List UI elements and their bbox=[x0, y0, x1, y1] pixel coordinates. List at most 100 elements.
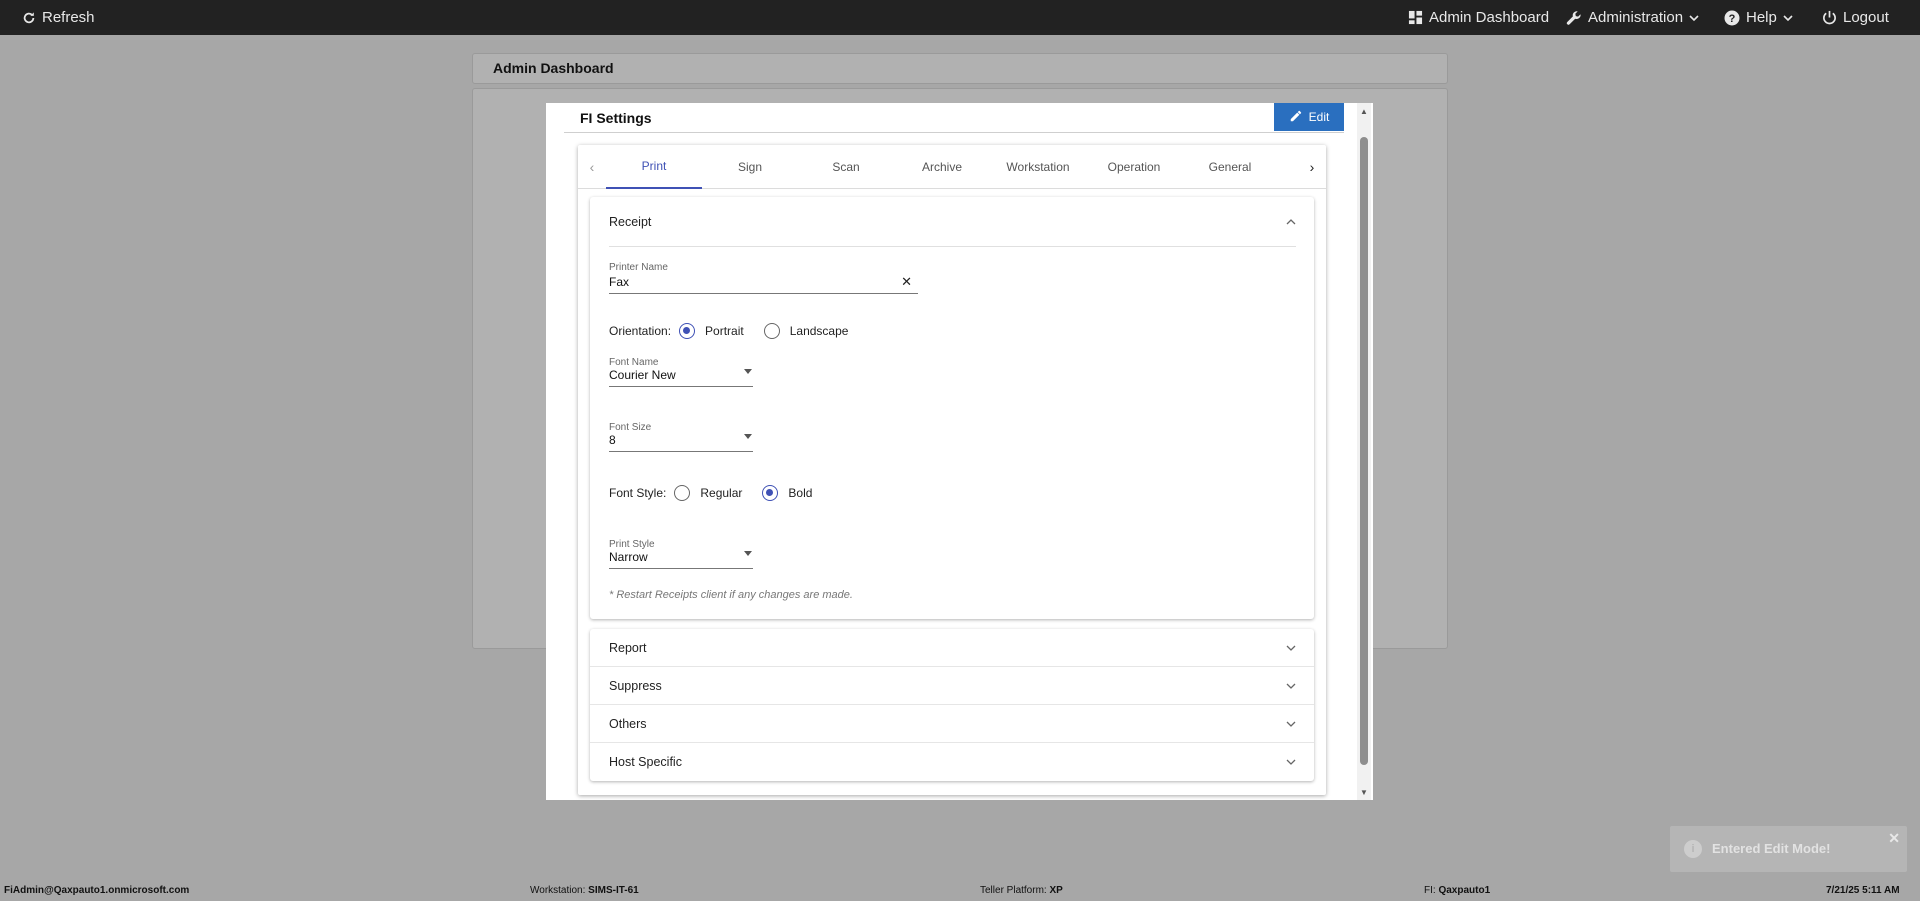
font-size-value: 8 bbox=[609, 433, 616, 447]
section-report-label: Report bbox=[609, 641, 647, 655]
section-host-specific-label: Host Specific bbox=[609, 755, 682, 769]
dashboard-icon bbox=[1408, 10, 1423, 25]
status-bar: FiAdmin@Qaxpauto1.onmicrosoft.com Workst… bbox=[0, 880, 1920, 901]
caret-down-icon bbox=[744, 551, 752, 556]
help-label: Help bbox=[1746, 9, 1777, 26]
pencil-icon bbox=[1289, 109, 1303, 126]
print-style-label: Print Style bbox=[609, 539, 655, 550]
settings-tabs: ‹ Print Sign Scan Archive Workstation Op… bbox=[578, 145, 1326, 189]
scroll-down-arrow-icon[interactable]: ▼ bbox=[1357, 785, 1371, 799]
font-name-label: Font Name bbox=[609, 357, 659, 368]
footer-datetime: 7/21/25 5:11 AM bbox=[1826, 885, 1900, 896]
font-name-select[interactable]: Font Name Courier New bbox=[609, 357, 753, 387]
bold-radio[interactable] bbox=[762, 485, 779, 501]
help-icon: ? bbox=[1724, 10, 1740, 26]
printer-name-label: Printer Name bbox=[609, 262, 668, 273]
font-name-value: Courier New bbox=[609, 368, 676, 382]
help-menu[interactable]: ? Help bbox=[1724, 0, 1793, 35]
footer-workstation: Workstation: SIMS-IT-61 bbox=[530, 885, 639, 896]
font-style-group: Font Style: Regular Bold bbox=[609, 483, 832, 503]
chevron-down-icon bbox=[1689, 13, 1699, 23]
footer-user: FiAdmin@Qaxpauto1.onmicrosoft.com bbox=[4, 885, 190, 896]
printer-name-field[interactable]: Printer Name Fax ✕ bbox=[609, 262, 918, 294]
tab-scan[interactable]: Scan bbox=[798, 145, 894, 189]
print-style-select[interactable]: Print Style Narrow bbox=[609, 539, 753, 569]
logout-button[interactable]: Logout bbox=[1822, 0, 1889, 35]
toast-message: Entered Edit Mode! bbox=[1712, 841, 1831, 856]
caret-down-icon bbox=[744, 434, 752, 439]
power-icon bbox=[1822, 10, 1837, 25]
tab-operation[interactable]: Operation bbox=[1086, 145, 1182, 189]
scroll-thumb[interactable] bbox=[1360, 137, 1368, 765]
regular-label: Regular bbox=[700, 486, 743, 500]
orientation-label: Orientation: bbox=[609, 324, 672, 338]
toast-close-icon[interactable]: ✕ bbox=[1888, 830, 1900, 847]
edit-label: Edit bbox=[1308, 110, 1330, 124]
font-style-label: Font Style: bbox=[609, 486, 667, 500]
printer-name-value[interactable]: Fax bbox=[609, 275, 629, 289]
modal-scrollbar[interactable]: ▲ ▼ bbox=[1357, 103, 1371, 800]
edit-button[interactable]: Edit bbox=[1274, 103, 1344, 131]
section-others-label: Others bbox=[609, 717, 647, 731]
administration-menu[interactable]: Administration bbox=[1566, 0, 1699, 35]
refresh-button[interactable]: Refresh bbox=[22, 0, 95, 35]
receipt-section: Receipt Printer Name Fax ✕ Orientation: … bbox=[590, 197, 1314, 619]
modal-title: FI Settings bbox=[564, 103, 1344, 133]
chevron-down-icon bbox=[1286, 743, 1296, 781]
section-suppress-label: Suppress bbox=[609, 679, 662, 693]
scroll-up-arrow-icon[interactable]: ▲ bbox=[1357, 104, 1371, 118]
settings-accordions: Report Suppress Others Host Specific bbox=[590, 629, 1314, 781]
platform-value: XP bbox=[1049, 885, 1063, 896]
tab-workstation[interactable]: Workstation bbox=[990, 145, 1086, 189]
footer-platform: Teller Platform: XP bbox=[980, 885, 1063, 896]
workstation-label: Workstation: bbox=[530, 885, 586, 896]
section-report[interactable]: Report bbox=[590, 629, 1314, 667]
administration-label: Administration bbox=[1588, 9, 1684, 26]
chevron-down-icon bbox=[1286, 705, 1296, 742]
regular-radio[interactable] bbox=[674, 485, 691, 501]
section-suppress[interactable]: Suppress bbox=[590, 667, 1314, 705]
fi-value: Qaxpauto1 bbox=[1438, 885, 1491, 896]
font-size-select[interactable]: Font Size 8 bbox=[609, 422, 753, 452]
settings-panel: ‹ Print Sign Scan Archive Workstation Op… bbox=[578, 145, 1326, 795]
toast-notification: i Entered Edit Mode! ✕ bbox=[1670, 826, 1907, 872]
platform-label: Teller Platform: bbox=[980, 885, 1047, 896]
logout-label: Logout bbox=[1843, 9, 1889, 26]
footer-fi: FI: Qaxpauto1 bbox=[1424, 885, 1490, 896]
portrait-label: Portrait bbox=[705, 324, 744, 338]
workstation-value: SIMS-IT-61 bbox=[588, 885, 639, 896]
tab-sign[interactable]: Sign bbox=[702, 145, 798, 189]
section-host-specific[interactable]: Host Specific bbox=[590, 743, 1314, 781]
refresh-label: Refresh bbox=[42, 9, 95, 26]
receipt-header[interactable]: Receipt bbox=[609, 197, 1296, 247]
tabs-prev-icon[interactable]: ‹ bbox=[578, 145, 606, 189]
tab-general[interactable]: General bbox=[1182, 145, 1278, 189]
background-card-title: Admin Dashboard bbox=[472, 53, 1448, 84]
orientation-group: Orientation: Portrait Landscape bbox=[609, 321, 868, 341]
font-size-label: Font Size bbox=[609, 422, 652, 433]
tab-print[interactable]: Print bbox=[606, 145, 702, 189]
print-style-value: Narrow bbox=[609, 550, 648, 564]
tabs-next-icon[interactable]: › bbox=[1298, 145, 1326, 189]
section-others[interactable]: Others bbox=[590, 705, 1314, 743]
admin-dashboard-label: Admin Dashboard bbox=[1429, 9, 1550, 26]
restart-note: * Restart Receipts client if any changes… bbox=[609, 589, 853, 601]
receipt-title: Receipt bbox=[609, 215, 652, 229]
chevron-down-icon bbox=[1286, 629, 1296, 666]
chevron-up-icon bbox=[1286, 197, 1296, 246]
wrench-icon bbox=[1566, 10, 1582, 26]
portrait-radio[interactable] bbox=[679, 323, 696, 339]
admin-dashboard-link[interactable]: Admin Dashboard bbox=[1408, 0, 1549, 35]
chevron-down-icon bbox=[1286, 667, 1296, 704]
tab-archive[interactable]: Archive bbox=[894, 145, 990, 189]
chevron-down-icon bbox=[1783, 13, 1793, 23]
refresh-icon bbox=[22, 11, 36, 25]
fi-label: FI: bbox=[1424, 885, 1436, 896]
fi-settings-modal: FI Settings Edit ▲ ▼ ‹ Print Sign Scan A… bbox=[546, 103, 1373, 800]
top-navbar: Refresh Admin Dashboard Administration ?… bbox=[0, 0, 1920, 35]
landscape-label: Landscape bbox=[789, 324, 849, 338]
clear-icon[interactable]: ✕ bbox=[901, 274, 912, 290]
landscape-radio[interactable] bbox=[763, 323, 780, 339]
info-icon: i bbox=[1684, 840, 1702, 858]
caret-down-icon bbox=[744, 369, 752, 374]
